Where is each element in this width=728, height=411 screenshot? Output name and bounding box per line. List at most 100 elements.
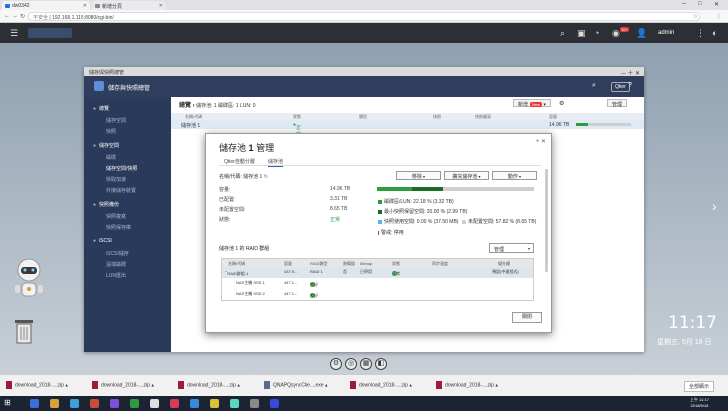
search-icon[interactable]: ⌕ — [560, 28, 565, 39]
sidebar-item-lun-export[interactable]: LUN匯出 — [106, 272, 126, 279]
sidebar-item-remote-disk[interactable]: 遠端磁碟 — [106, 261, 126, 268]
back-icon[interactable]: ← — [4, 13, 10, 19]
taskbar-app-icon[interactable] — [230, 399, 239, 408]
sidebar-item-disks[interactable]: 磁碟 — [106, 154, 116, 161]
start-icon[interactable]: ⊞ — [4, 398, 13, 407]
sidebar-item-vault[interactable]: 快照保存庫 — [106, 224, 131, 231]
dock-app-icon[interactable]: ◎ — [345, 358, 357, 370]
taskbar-app-icon[interactable] — [190, 399, 199, 408]
download-item[interactable]: QNAPQsyncClie....exe ▴ — [264, 381, 327, 389]
next-page-icon[interactable]: › — [712, 198, 717, 214]
browser-tab-2[interactable]: 新增分頁 ✕ — [92, 1, 166, 10]
sidebar-item-storage-snapshots[interactable]: 儲存空間/快照 — [106, 165, 137, 172]
sidebar-item-iscsi-storage[interactable]: iSCSI儲存 — [106, 250, 129, 257]
taskbar-app-icon[interactable] — [150, 399, 159, 408]
sidebar-item-storage[interactable]: 儲存空間 — [106, 117, 126, 124]
forward-icon[interactable]: → — [12, 13, 18, 19]
table-row[interactable]: 儲存池 1 ● 正常 14.96 TB — [171, 120, 644, 138]
disk-row[interactable]: NAS主機 SSD 1 447.1... ✓ 良好 — [222, 278, 533, 289]
sidebar-item-external[interactable]: 外接儲存裝置 — [106, 187, 136, 194]
sidebar-item-snapshot[interactable]: 快照 — [106, 128, 116, 135]
tasks-icon[interactable]: ◔ — [594, 28, 599, 38]
app-logo-icon — [94, 81, 104, 91]
tab-divider — [219, 165, 541, 166]
main-menu-icon[interactable]: ☰ — [10, 28, 18, 39]
breadcrumb-root[interactable]: 總覽 › — [179, 103, 195, 109]
pool-name-label: 名稱/代碼: 儲存池 1 ↻ — [219, 174, 268, 180]
field-capacity-value: 14.96 TB — [330, 186, 351, 192]
sidebar-section-storage[interactable]: 儲存空間 — [93, 142, 119, 149]
download-item[interactable]: download_2018-....zip ▴ — [92, 381, 154, 389]
taskbar-app-icon[interactable] — [250, 399, 259, 408]
sidebar-section-overview[interactable]: 總覽 — [93, 105, 109, 112]
expand-pool-button[interactable]: 擴充儲存池 — [444, 171, 489, 180]
tab-qtier[interactable]: Qtier自動分層 — [224, 158, 255, 165]
desktop-clock: 11:17 — [668, 313, 717, 333]
field-allocated-label: 已配置: — [219, 197, 236, 203]
qboost-robot-icon[interactable] — [12, 258, 46, 302]
dialog-controls-icon[interactable]: + ✕ — [536, 138, 546, 145]
raid-group-row[interactable]: − RAID群組 1 437.9... RAID 1 否 已停用 ✓ 正常 預設(… — [222, 267, 533, 278]
browser-menu-icon[interactable]: ⋮ — [716, 13, 722, 20]
dock-app-icon[interactable]: ⚙ — [330, 358, 342, 370]
security-label[interactable]: 不安全 — [33, 15, 48, 21]
raid-capacity: 437.9... — [284, 269, 298, 274]
help-icon[interactable]: ? — [628, 82, 632, 89]
dock-app-icon[interactable]: ◧ — [375, 358, 387, 370]
taskbar-app-icon[interactable] — [170, 399, 179, 408]
taskbar-app-icon[interactable] — [30, 399, 39, 408]
sidebar-item-cache[interactable]: 快取加速 — [106, 176, 126, 183]
taskbar-app-icon[interactable] — [90, 399, 99, 408]
download-item[interactable]: download_2018-....zip ▴ — [178, 381, 240, 389]
bar-free-segment — [443, 187, 534, 191]
dashboard-icon[interactable]: ◐ — [712, 28, 717, 38]
taskbar-app-icon[interactable] — [70, 399, 79, 408]
taskbar-clock[interactable]: 上午 11:17 2018/5/18 — [690, 397, 709, 409]
show-all-button[interactable]: 全部顯示 — [684, 381, 715, 392]
notification-badge: 10+ — [620, 27, 629, 32]
options-icon[interactable]: ⋮ — [696, 28, 705, 39]
disk-row[interactable]: NAS主機 SSD 2 447.1... ✓ 良好 — [222, 289, 533, 300]
close-tab-icon[interactable]: ✕ — [83, 3, 87, 9]
remove-button[interactable]: 移除 — [396, 171, 441, 180]
taskbar-app-icon[interactable] — [50, 399, 59, 408]
close-tab-icon[interactable]: ✕ — [159, 3, 163, 9]
settings-icon[interactable]: ⚙ — [559, 100, 564, 107]
recycle-bin-icon[interactable] — [12, 318, 36, 344]
reload-icon[interactable]: ↻ — [20, 13, 25, 20]
bookmark-star-icon[interactable]: ☆ — [693, 13, 698, 20]
taskbar-app-icon[interactable] — [210, 399, 219, 408]
new-button[interactable]: 新增 New ▾ — [513, 99, 551, 108]
sidebar-section-iscsi[interactable]: iSCSI — [93, 238, 112, 244]
url-input[interactable]: 不安全 | 192.168.1.115:8080/cgi-bin/ — [28, 12, 700, 21]
taskbar-app-icon[interactable] — [130, 399, 139, 408]
action-button[interactable]: 動作 — [492, 171, 537, 180]
sidebar-item-replica[interactable]: 快照複寫 — [106, 213, 126, 220]
download-item[interactable]: download_2018-....zip ▴ — [436, 381, 498, 389]
taskbar-app-icon[interactable] — [110, 399, 119, 408]
notifications-icon[interactable]: ◉ — [612, 28, 620, 39]
window-close-icon[interactable]: ✕ — [714, 1, 719, 8]
minimize-icon[interactable]: ─ — [682, 1, 686, 7]
browser-tab-1[interactable]: dw0342 ✕ — [2, 1, 90, 10]
dialog-scrollbar[interactable] — [545, 169, 548, 272]
user-icon[interactable]: 👤 — [636, 28, 647, 39]
sidebar-section-snapshot-backup[interactable]: 快照備份 — [93, 201, 119, 208]
search-icon[interactable]: ⌕ — [592, 82, 596, 90]
raid-manage-dropdown[interactable]: 管理 — [489, 243, 534, 253]
app-header: 儲存與快照總管 Qtier ⌕ ? — [84, 76, 644, 97]
download-item[interactable]: download_2018-....zip ▴ — [6, 381, 68, 389]
window-title-bar[interactable]: 儲存與快照總管 ─ ＋ ✕ — [84, 67, 644, 77]
username[interactable]: admin — [658, 30, 674, 36]
download-item[interactable]: download_2018-....zip ▴ — [350, 381, 412, 389]
app-shortcut-icon[interactable] — [28, 28, 72, 38]
close-button[interactable]: 關閉 — [512, 312, 542, 323]
manage-button[interactable]: 管理 — [607, 99, 628, 108]
dock-app-icon[interactable]: ▦ — [360, 358, 372, 370]
taskbar-app-icon[interactable] — [270, 399, 279, 408]
disk-name: NAS主機 SSD 1 — [236, 280, 265, 285]
refresh-icon[interactable]: ↻ — [264, 174, 268, 180]
maximize-icon[interactable]: □ — [698, 1, 702, 7]
field-status-label: 狀態: — [219, 217, 231, 223]
devices-icon[interactable]: ▣ — [577, 28, 586, 39]
